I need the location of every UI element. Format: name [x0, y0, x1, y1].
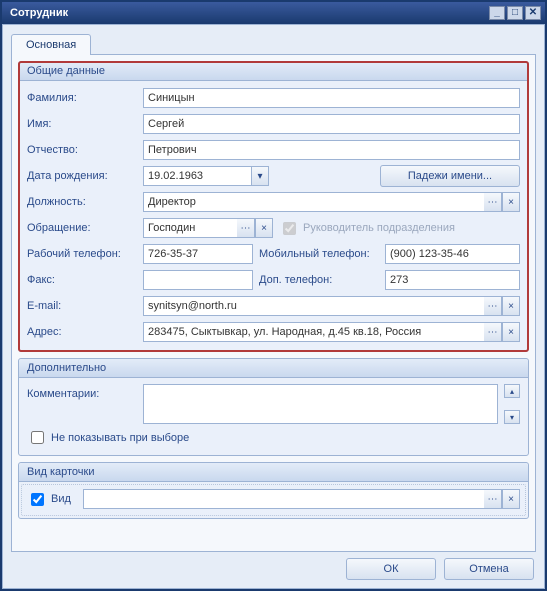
group-general-title: Общие данные: [19, 62, 528, 81]
comments-label: Комментарии:: [27, 384, 137, 424]
address-ellipsis-icon[interactable]: ⋯: [484, 322, 502, 342]
salutation-ellipsis-icon[interactable]: ⋯: [237, 218, 255, 238]
group-cardview-title: Вид карточки: [19, 463, 528, 482]
group-general-body: Фамилия: Имя: Отчество: Дата рождения:: [19, 81, 528, 351]
view-checkbox[interactable]: [31, 493, 44, 506]
is-manager-check: Руководитель подразделения: [279, 219, 455, 238]
last-name-label: Фамилия:: [27, 92, 137, 104]
minimize-button[interactable]: _: [489, 6, 505, 20]
employee-window: Сотрудник _ □ ✕ Основная Общие данные Фа…: [0, 0, 547, 591]
salutation-combo: ⋯ ×: [143, 218, 273, 238]
name-cases-button[interactable]: Падежи имени...: [380, 165, 520, 187]
email-ellipsis-icon[interactable]: ⋯: [484, 296, 502, 316]
email-input[interactable]: [143, 296, 484, 316]
last-name-input[interactable]: [143, 88, 520, 108]
position-label: Должность:: [27, 196, 137, 208]
view-clear-icon[interactable]: ×: [502, 489, 520, 509]
view-combo: ⋯ ×: [83, 489, 520, 509]
group-general: Общие данные Фамилия: Имя: Отчество:: [18, 61, 529, 352]
group-cardview-body: Вид ⋯ ×: [19, 482, 528, 518]
address-clear-icon[interactable]: ×: [502, 322, 520, 342]
fax-input[interactable]: [143, 270, 253, 290]
is-manager-checkbox: [283, 222, 296, 235]
fax-label: Факс:: [27, 274, 137, 286]
work-phone-input[interactable]: [143, 244, 253, 264]
address-label: Адрес:: [27, 326, 137, 338]
first-name-label: Имя:: [27, 118, 137, 130]
client-area: Основная Общие данные Фамилия: Имя: Отч: [2, 24, 545, 589]
position-clear-icon[interactable]: ×: [502, 192, 520, 212]
birth-date-label: Дата рождения:: [27, 170, 137, 182]
salutation-label: Обращение:: [27, 222, 137, 234]
titlebar: Сотрудник _ □ ✕: [2, 2, 545, 24]
view-label: Вид: [51, 493, 71, 505]
is-manager-label: Руководитель подразделения: [303, 222, 455, 234]
dialog-footer: ОК Отмена: [11, 552, 536, 580]
salutation-input[interactable]: [143, 218, 237, 238]
hide-in-select-row[interactable]: Не показывать при выборе: [27, 428, 520, 447]
tabstrip: Основная: [11, 33, 536, 54]
group-additional-body: Комментарии: ▴ ▾ Не показывать при выбор…: [19, 378, 528, 455]
position-combo: ⋯ ×: [143, 192, 520, 212]
address-combo: ⋯ ×: [143, 322, 520, 342]
email-label: E-mail:: [27, 300, 137, 312]
comments-scroll-down-icon[interactable]: ▾: [504, 410, 520, 424]
ok-button[interactable]: ОК: [346, 558, 436, 580]
close-button[interactable]: ✕: [525, 6, 541, 20]
birth-date-picker[interactable]: ▾: [143, 166, 269, 186]
email-combo: ⋯ ×: [143, 296, 520, 316]
hide-in-select-label: Не показывать при выборе: [51, 432, 189, 444]
mobile-phone-input[interactable]: [385, 244, 520, 264]
window-title: Сотрудник: [6, 7, 489, 19]
position-ellipsis-icon[interactable]: ⋯: [484, 192, 502, 212]
maximize-button[interactable]: □: [507, 6, 523, 20]
tab-panel-main: Общие данные Фамилия: Имя: Отчество:: [11, 54, 536, 552]
view-check-row[interactable]: Вид: [27, 490, 71, 509]
salutation-clear-icon[interactable]: ×: [255, 218, 273, 238]
cancel-button[interactable]: Отмена: [444, 558, 534, 580]
middle-name-label: Отчество:: [27, 144, 137, 156]
view-ellipsis-icon[interactable]: ⋯: [484, 489, 502, 509]
group-additional-title: Дополнительно: [19, 359, 528, 378]
middle-name-input[interactable]: [143, 140, 520, 160]
address-input[interactable]: [143, 322, 484, 342]
group-cardview: Вид карточки Вид ⋯ ×: [18, 462, 529, 519]
extra-phone-input[interactable]: [385, 270, 520, 290]
first-name-input[interactable]: [143, 114, 520, 134]
birth-date-input[interactable]: [143, 166, 251, 186]
extra-phone-label: Доп. телефон:: [259, 274, 379, 286]
email-clear-icon[interactable]: ×: [502, 296, 520, 316]
tab-main[interactable]: Основная: [11, 34, 91, 55]
comments-scroll-up-icon[interactable]: ▴: [504, 384, 520, 398]
birth-date-dropdown-icon[interactable]: ▾: [251, 166, 269, 186]
view-input[interactable]: [83, 489, 484, 509]
titlebar-buttons: _ □ ✕: [489, 6, 541, 20]
work-phone-label: Рабочий телефон:: [27, 248, 137, 260]
mobile-phone-label: Мобильный телефон:: [259, 248, 379, 260]
comments-textarea[interactable]: [143, 384, 498, 424]
group-additional: Дополнительно Комментарии: ▴ ▾ Не показы…: [18, 358, 529, 456]
position-input[interactable]: [143, 192, 484, 212]
comments-scroll: ▴ ▾: [504, 384, 520, 424]
hide-in-select-checkbox[interactable]: [31, 431, 44, 444]
